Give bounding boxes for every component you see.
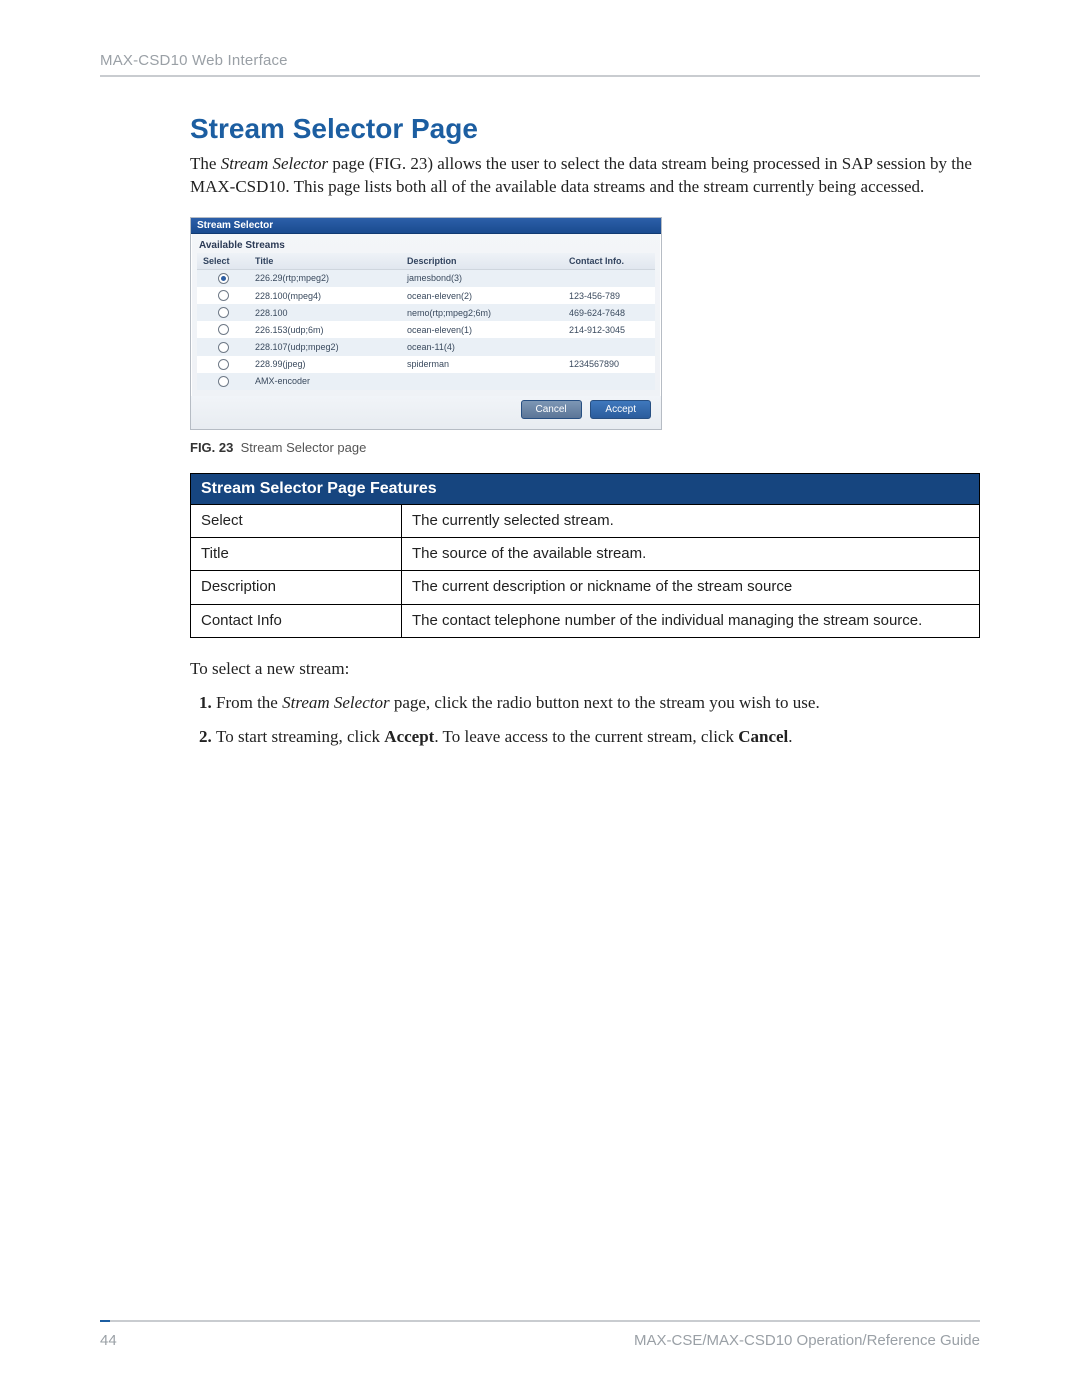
stream-description: ocean-eleven(2): [401, 287, 563, 304]
page-footer: 44 MAX-CSE/MAX-CSD10 Operation/Reference…: [100, 1320, 980, 1349]
intro-term: Stream Selector: [221, 154, 328, 173]
features-table: Stream Selector Page Features SelectThe …: [190, 473, 980, 638]
feature-value: The current description or nickname of t…: [402, 571, 980, 604]
stream-contact: [563, 269, 655, 287]
feature-value: The currently selected stream.: [402, 504, 980, 537]
stream-contact: 123-456-789: [563, 287, 655, 304]
figure-caption: FIG. 23 Stream Selector page: [190, 440, 980, 455]
features-heading: Stream Selector Page Features: [191, 473, 980, 504]
stream-title: 228.100: [249, 304, 401, 321]
step-text: From the: [216, 693, 282, 712]
col-select: Select: [197, 253, 249, 270]
stream-description: [401, 373, 563, 390]
document-page: MAX-CSD10 Web Interface Stream Selector …: [0, 0, 1080, 1397]
stream-radio[interactable]: [218, 324, 229, 335]
window-titlebar: Stream Selector: [191, 218, 661, 234]
instructions-lead: To select a new stream:: [190, 658, 980, 681]
feature-key: Description: [191, 571, 402, 604]
intro-text: The: [190, 154, 221, 173]
step-1: From the Stream Selector page, click the…: [216, 691, 980, 716]
stream-selector-window: Stream Selector Available Streams Select…: [190, 217, 662, 430]
stream-radio[interactable]: [218, 290, 229, 301]
stream-row: 228.99(jpeg)spiderman1234567890: [197, 356, 655, 373]
stream-description: ocean-11(4): [401, 338, 563, 355]
step-term: Accept: [384, 727, 434, 746]
section-title: Stream Selector Page: [190, 113, 980, 145]
stream-row: 226.29(rtp;mpeg2)jamesbond(3): [197, 269, 655, 287]
stream-description: jamesbond(3): [401, 269, 563, 287]
stream-row: 228.107(udp;mpeg2)ocean-11(4): [197, 338, 655, 355]
figure-label: FIG. 23: [190, 440, 233, 455]
stream-title: 228.99(jpeg): [249, 356, 401, 373]
stream-radio[interactable]: [218, 376, 229, 387]
available-streams-heading: Available Streams: [191, 234, 661, 253]
stream-radio[interactable]: [218, 307, 229, 318]
stream-description: spiderman: [401, 356, 563, 373]
stream-radio[interactable]: [218, 273, 229, 284]
stream-contact: [563, 373, 655, 390]
col-contact: Contact Info.: [563, 253, 655, 270]
dialog-buttons: Cancel Accept: [191, 396, 661, 429]
stream-contact: 469-624-7648: [563, 304, 655, 321]
stream-description: nemo(rtp;mpeg2;6m): [401, 304, 563, 321]
stream-title: AMX-encoder: [249, 373, 401, 390]
feature-row: TitleThe source of the available stream.: [191, 538, 980, 571]
stream-title: 226.153(udp;6m): [249, 321, 401, 338]
col-description: Description: [401, 253, 563, 270]
intro-paragraph: The Stream Selector page (FIG. 23) allow…: [190, 153, 980, 199]
instructions-list: From the Stream Selector page, click the…: [190, 691, 980, 750]
footer-accent: [100, 1320, 110, 1322]
stream-contact: [563, 338, 655, 355]
stream-row: 228.100(mpeg4)ocean-eleven(2)123-456-789: [197, 287, 655, 304]
step-text: . To leave access to the current stream,…: [434, 727, 738, 746]
stream-contact: 1234567890: [563, 356, 655, 373]
stream-radio[interactable]: [218, 359, 229, 370]
cancel-button[interactable]: Cancel: [521, 400, 582, 419]
streams-table: Select Title Description Contact Info. 2…: [197, 253, 655, 390]
footer-guide: MAX-CSE/MAX-CSD10 Operation/Reference Gu…: [634, 1332, 980, 1349]
step-text: page, click the radio button next to the…: [390, 693, 820, 712]
feature-row: SelectThe currently selected stream.: [191, 504, 980, 537]
figure-23: Stream Selector Available Streams Select…: [190, 217, 980, 430]
feature-row: Contact InfoThe contact telephone number…: [191, 604, 980, 637]
stream-title: 228.107(udp;mpeg2): [249, 338, 401, 355]
step-term: Stream Selector: [282, 693, 389, 712]
step-2: To start streaming, click Accept. To lea…: [216, 725, 980, 750]
figure-caption-text: Stream Selector page: [241, 440, 367, 455]
stream-row: 226.153(udp;6m)ocean-eleven(1)214-912-30…: [197, 321, 655, 338]
stream-contact: 214-912-3045: [563, 321, 655, 338]
page-header: MAX-CSD10 Web Interface: [100, 52, 980, 77]
stream-title: 228.100(mpeg4): [249, 287, 401, 304]
feature-key: Contact Info: [191, 604, 402, 637]
stream-radio[interactable]: [218, 342, 229, 353]
step-text: .: [788, 727, 792, 746]
step-text: To start streaming, click: [216, 727, 384, 746]
col-title: Title: [249, 253, 401, 270]
feature-row: DescriptionThe current description or ni…: [191, 571, 980, 604]
page-number: 44: [100, 1332, 117, 1349]
stream-title: 226.29(rtp;mpeg2): [249, 269, 401, 287]
feature-key: Select: [191, 504, 402, 537]
feature-value: The source of the available stream.: [402, 538, 980, 571]
accept-button[interactable]: Accept: [590, 400, 651, 419]
feature-value: The contact telephone number of the indi…: [402, 604, 980, 637]
step-term: Cancel: [738, 727, 788, 746]
stream-description: ocean-eleven(1): [401, 321, 563, 338]
stream-row: 228.100nemo(rtp;mpeg2;6m)469-624-7648: [197, 304, 655, 321]
feature-key: Title: [191, 538, 402, 571]
stream-row: AMX-encoder: [197, 373, 655, 390]
page-content: Stream Selector Page The Stream Selector…: [190, 113, 980, 750]
header-section: MAX-CSD10 Web Interface: [100, 52, 288, 69]
